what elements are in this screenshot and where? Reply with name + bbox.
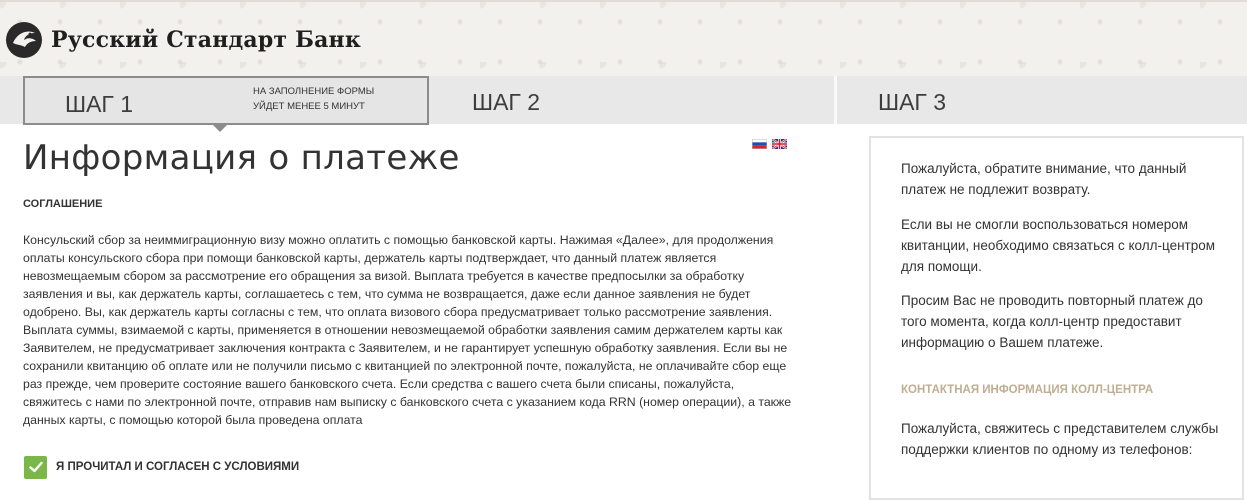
info-panel: Пожалуйста, обратите внимание, что данны… [869,136,1244,500]
info-no-refund: Пожалуйста, обратите внимание, что данны… [901,161,1187,197]
step-1-label: ШАГ 1 [65,91,134,117]
page-title: Информация о платеже [23,138,460,178]
step-1-note: НА ЗАПОЛНЕНИЕ ФОРМЫ УЙДЕТ МЕНЕЕ 5 МИНУТ [253,84,374,114]
agree-checkbox-label[interactable]: Я ПРОЧИТАЛ И СОГЛАСЕН С УСЛОВИЯМИ [56,461,299,473]
bank-name: Русский Стандарт Банк [51,27,361,53]
english-flag-icon[interactable] [772,139,787,149]
bank-logo[interactable]: Русский Стандарт Банк [5,20,361,60]
site-header: Русский Стандарт Банк [0,0,1247,78]
checkmark-icon [28,461,43,473]
agree-checkbox-row[interactable]: Я ПРОЧИТАЛ И СОГЛАСЕН С УСЛОВИЯМИ [24,455,299,479]
info-contact-support: Пожалуйста, свяжитесь с представителем с… [901,421,1219,457]
active-step-pointer [212,124,228,132]
step-1[interactable]: ШАГ 1 НА ЗАПОЛНЕНИЕ ФОРМЫ УЙДЕТ МЕНЕЕ 5 … [23,76,429,125]
bank-emblem-icon [6,22,42,58]
step-3-label: ШАГ 3 [878,89,947,115]
agreement-text: Консульский сбор за неиммиграционную виз… [23,233,792,427]
step-1-note-line1: НА ЗАПОЛНЕНИЕ ФОРМЫ [253,86,375,97]
contact-heading: КОНТАКТНАЯ ИНФОРМАЦИЯ КОЛЛ-ЦЕНТРА [901,384,1154,396]
steps-bar: ШАГ 1 НА ЗАПОЛНЕНИЕ ФОРМЫ УЙДЕТ МЕНЕЕ 5 … [0,76,1247,125]
info-receipt-help: Если вы не смогли воспользоваться номеро… [901,217,1216,274]
russian-flag-icon[interactable] [752,139,767,149]
agree-checkbox[interactable] [24,455,47,479]
agreement-heading: СОГЛАШЕНИЕ [23,198,103,210]
info-no-repeat-payment: Просим Вас не проводить повторный платеж… [901,293,1203,350]
step-3[interactable]: ШАГ 3 [837,76,1247,124]
step-1-note-line2: УЙДЕТ МЕНЕЕ 5 МИНУТ [253,101,365,112]
step-2-label: ШАГ 2 [472,89,541,115]
step-2[interactable]: ШАГ 2 [430,76,834,124]
step-divider [834,76,837,124]
